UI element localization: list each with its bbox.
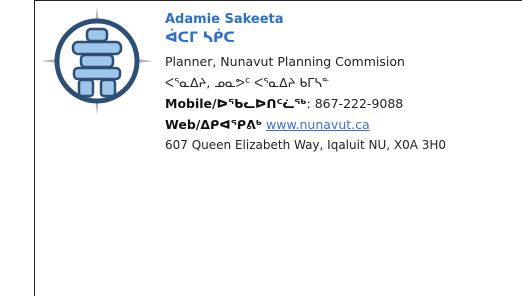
web-label: Web/ᐃᑭᐊᕿᕕᒃ: [165, 117, 263, 132]
inuksuk-compass-logo: [41, 7, 153, 115]
web-line: Web/ᐃᑭᐊᕿᕕᒃ www.nunavut.ca: [165, 114, 515, 135]
job-title-english: Planner, Nunavut Planning Commision: [165, 54, 405, 69]
website-link[interactable]: www.nunavut.ca: [266, 117, 370, 132]
mobile-line: Mobile/ᐅᖃᓚᐅᑎᑦᓛᖅ: 867-222-9088: [165, 93, 515, 114]
person-name: Adamie Sakeeta: [165, 12, 284, 27]
mailing-address: 607 Queen Elizabeth Way, Iqaluit NU, X0A…: [165, 138, 447, 152]
person-name-syllabics: ᐋᑕᒥ ᓴᑮᑕ: [165, 30, 235, 46]
mobile-label: Mobile/ᐅᖃᓚᐅᑎᑦᓛᖅ: [165, 96, 307, 111]
signature-details: Adamie Sakeeta ᐋᑕᒥ ᓴᑮᑕ Planner, Nunavut …: [165, 11, 515, 156]
email-signature-card: Adamie Sakeeta ᐋᑕᒥ ᓴᑮᑕ Planner, Nunavut …: [34, 0, 522, 296]
mobile-number[interactable]: : 867-222-9088: [307, 96, 404, 111]
job-title-syllabics: ᐸᕐᓇᐃᔨ, ᓄᓇᕗᑦ ᐸᕐᓇᐃᔨ ᑲᒥᓴᓐ: [165, 75, 330, 90]
